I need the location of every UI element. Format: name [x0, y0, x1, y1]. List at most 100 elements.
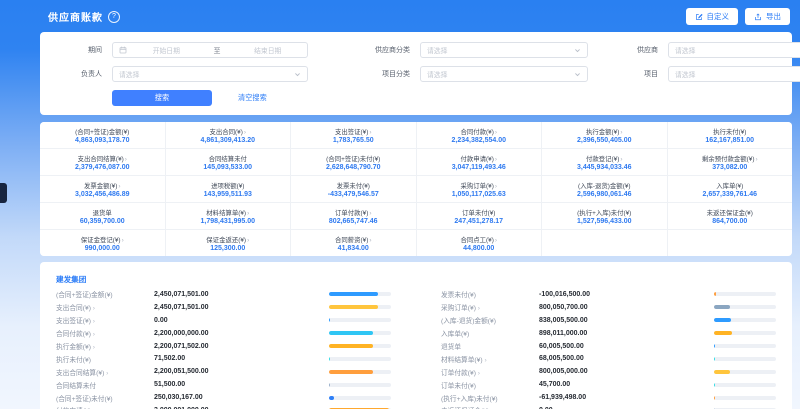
calendar-icon [119, 46, 127, 54]
stat-label: 合同薪资(¥)› [335, 235, 372, 244]
edit-square-icon [695, 13, 703, 21]
result-value: 60,005,500.00 [539, 343, 714, 350]
stat-value: 802,665,747.46 [329, 218, 378, 225]
value-bar-fill [714, 370, 730, 374]
result-label[interactable]: 支出签证(¥) › [56, 315, 154, 325]
project-category-label: 项目分类 [330, 69, 410, 79]
left-edge-handle[interactable] [0, 183, 7, 203]
drilldown-arrow-icon: › [91, 305, 95, 312]
stat-label: 未返还保证金(¥) [707, 208, 753, 217]
result-label: 未返还保证金(¥) [441, 405, 539, 409]
stat-label: 材料结算单(¥)› [206, 208, 249, 217]
result-value: 838,005,500.00 [539, 317, 714, 324]
project-select[interactable]: 请选择 [668, 66, 800, 82]
stat-label: (合同+签证)金额(¥) [75, 127, 129, 136]
company-link[interactable]: 建发集团 [56, 274, 86, 285]
stat-cell[interactable]: 订单付款(¥)›802,665,747.46 [291, 203, 416, 229]
chevron-down-icon [294, 71, 301, 78]
export-button[interactable]: 导出 [745, 8, 790, 25]
stat-label: 保证金返还(¥)› [206, 235, 249, 244]
stat-cell: 发票未付(¥)-433,479,546.57 [291, 176, 416, 202]
stat-cell[interactable]: 支出合同结算(¥)›2,379,476,087.00 [40, 149, 165, 175]
stat-label: 订单未付(¥) [462, 208, 495, 217]
result-row: 采购订单(¥) ›800,050,700.00 [441, 301, 776, 314]
result-label[interactable]: 采购订单(¥) › [441, 302, 539, 312]
result-value: 250,030,167.00 [154, 394, 329, 401]
stat-cell: 入库单(¥)2,657,339,761.46 [668, 176, 793, 202]
stat-label: 合同点工(¥)› [460, 235, 497, 244]
stat-cell[interactable]: 支出合同(¥)›4,861,309,413.20 [166, 122, 291, 148]
stat-cell[interactable]: 保证金返还(¥)›125,300.00 [166, 230, 291, 256]
stat-value: 60,359,700.00 [80, 218, 125, 225]
results-columns: (合同+签证)金额(¥)2,450,071,501.00支出合同(¥) ›2,4… [56, 288, 776, 409]
value-bar-fill [329, 318, 330, 322]
result-row: (入库-退货)金额(¥)838,005,500.00 [441, 314, 776, 327]
stat-label: 采购订单(¥)› [460, 181, 497, 190]
result-label[interactable]: 订单付款(¥) › [441, 367, 539, 377]
result-row: 执行金额(¥) ›2,200,071,502.00 [56, 340, 391, 353]
stat-value: 373,082.00 [712, 164, 747, 171]
customize-button[interactable]: 自定义 [686, 8, 739, 25]
stat-cell[interactable]: 合同薪资(¥)›41,834.00 [291, 230, 416, 256]
result-value: 2,450,071,501.00 [154, 291, 329, 298]
value-bar-fill [714, 396, 715, 400]
page-header: 供应商账款 ? 自定义 导出 [0, 0, 800, 31]
value-bar [329, 344, 391, 348]
stat-value: 3,445,934,033.46 [577, 164, 632, 171]
stat-cell[interactable]: 材料结算单(¥)›1,798,431,995.00 [166, 203, 291, 229]
supplier-category-label: 供应商分类 [330, 45, 410, 55]
header-actions: 自定义 导出 [686, 8, 791, 25]
project-category-select[interactable]: 请选择 [420, 66, 588, 82]
value-bar [329, 383, 391, 387]
result-label: (合同+签证)未付(¥) [56, 393, 154, 403]
result-label: 执行未付(¥) [56, 354, 154, 364]
stat-cell[interactable]: 合同付款(¥)›2,234,382,554.00 [417, 122, 542, 148]
page-title: 供应商账款 [48, 9, 103, 24]
stat-cell: 未返还保证金(¥)864,700.00 [668, 203, 793, 229]
result-value: 2,200,071,502.00 [154, 343, 329, 350]
stat-cell[interactable]: 付款登记(¥)›3,445,934,033.46 [542, 149, 667, 175]
result-label[interactable]: 支出合同结算(¥) › [56, 367, 154, 377]
supplier-select[interactable]: 请选择 [668, 42, 800, 58]
stat-cell[interactable]: 合同点工(¥)›44,800.00 [417, 230, 542, 256]
stat-cell[interactable]: 剩余预付款金额(¥)›373,082.00 [668, 149, 793, 175]
drilldown-arrow-icon: › [369, 129, 371, 136]
date-range-input[interactable]: 开始日期 至 结束日期 [112, 42, 308, 58]
value-bar-fill [329, 331, 373, 335]
stat-cell[interactable]: 执行金额(¥)›2,396,550,405.00 [542, 122, 667, 148]
owner-label: 负责人 [56, 69, 102, 79]
results-column-right: 发票未付(¥)-100,016,500.00采购订单(¥) ›800,050,7… [441, 288, 776, 409]
stat-cell[interactable]: 发票金额(¥)›3,032,456,486.89 [40, 176, 165, 202]
stat-value: 4,861,309,413.20 [201, 137, 256, 144]
result-label[interactable]: 付款申请(¥) › [56, 405, 154, 409]
search-button[interactable]: 搜索 [112, 90, 212, 106]
stat-cell[interactable]: 付款申请(¥)›3,047,119,493.46 [417, 149, 542, 175]
stat-cell[interactable]: 采购订单(¥)›1,050,117,025.63 [417, 176, 542, 202]
result-label[interactable]: 执行金额(¥) › [56, 341, 154, 351]
result-label[interactable]: 合同付款(¥) › [56, 328, 154, 338]
value-bar-fill [329, 305, 378, 309]
drilldown-arrow-icon: › [495, 183, 497, 190]
value-bar [714, 318, 776, 322]
clear-search-link[interactable]: 清空搜索 [238, 93, 267, 103]
result-row: 材料结算单(¥) ›68,005,500.00 [441, 352, 776, 365]
stat-cell[interactable]: 支出签证(¥)›1,783,765.50 [291, 122, 416, 148]
supplier-accounts-page: 供应商账款 ? 自定义 导出 期间 开始日期 至 结束日期 [0, 0, 800, 409]
help-icon[interactable]: ? [108, 11, 120, 23]
owner-select[interactable]: 请选择 [112, 66, 308, 82]
supplier-category-select[interactable]: 请选择 [420, 42, 588, 58]
stat-value: 162,167,851.00 [705, 137, 754, 144]
drilldown-arrow-icon: › [483, 357, 487, 364]
result-label[interactable]: 材料结算单(¥) › [441, 354, 539, 364]
result-row: 付款申请(¥) ›3,000,001,000.00 [56, 404, 391, 409]
result-label[interactable]: 支出合同(¥) › [56, 302, 154, 312]
stats-summary-card: (合同+签证)金额(¥)4,863,093,178.70支出合同(¥)›4,86… [40, 122, 792, 256]
result-row: 订单付款(¥) ›800,005,000.00 [441, 365, 776, 378]
drilldown-arrow-icon: › [476, 305, 480, 312]
stat-cell[interactable]: 保证金登记(¥)›990,000.00 [40, 230, 165, 256]
export-icon [754, 13, 762, 21]
stat-cell: 订单未付(¥)247,451,278.17 [417, 203, 542, 229]
filter-panel: 期间 开始日期 至 结束日期 供应商分类 请选择 供应商 请选择 [40, 32, 792, 115]
filter-row-1: 期间 开始日期 至 结束日期 供应商分类 请选择 供应商 请选择 [56, 42, 776, 58]
drilldown-arrow-icon: › [495, 156, 497, 163]
